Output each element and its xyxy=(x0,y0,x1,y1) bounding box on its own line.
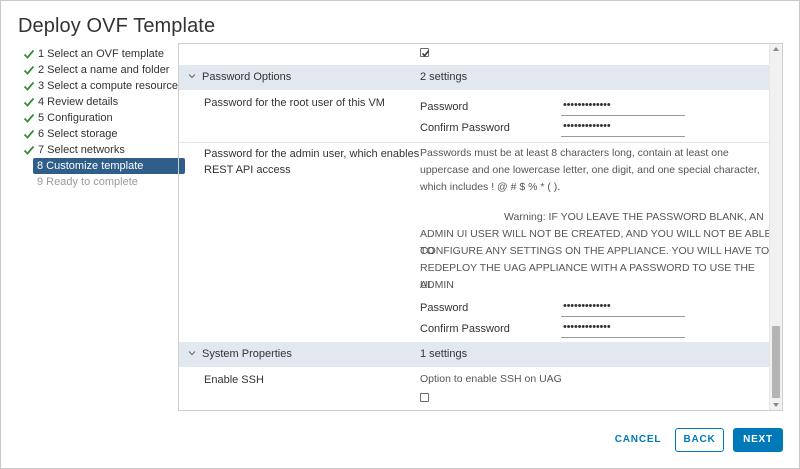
step-3[interactable]: 3 Select a compute resource xyxy=(21,78,178,94)
top-setting-checkbox[interactable] xyxy=(420,48,430,57)
checkmark-icon xyxy=(421,50,430,57)
step-label: 2 Select a name and folder xyxy=(38,64,170,76)
section-count: 2 settings xyxy=(420,71,468,83)
cancel-button[interactable]: CANCEL xyxy=(606,428,670,452)
check-icon xyxy=(23,49,35,59)
section-name: System Properties xyxy=(202,348,292,360)
warning-line4: REDEPLOY THE UAG APPLIANCE WITH A PASSWO… xyxy=(420,262,755,291)
deploy-ovf-dialog: Deploy OVF Template 1 Select an OVF temp… xyxy=(0,0,800,469)
section-system-properties[interactable]: System Properties 1 settings xyxy=(179,342,771,367)
step-6[interactable]: 6 Select storage xyxy=(21,126,171,142)
next-button[interactable]: NEXT xyxy=(733,428,783,452)
step-label: 6 Select storage xyxy=(38,128,118,140)
back-button[interactable]: BACK xyxy=(675,428,724,452)
vertical-scrollbar[interactable] xyxy=(769,44,782,410)
step-8-active[interactable]: 8 Customize template xyxy=(33,158,185,174)
admin-password-field-label: Password xyxy=(420,302,469,314)
step-9: 9 Ready to complete xyxy=(33,174,171,190)
enable-ssh-checkbox[interactable] xyxy=(420,393,429,402)
admin-confirm-field-label: Confirm Password xyxy=(420,323,510,335)
section-count: 1 settings xyxy=(420,348,468,360)
check-icon xyxy=(23,97,35,107)
root-confirm-password-input[interactable]: ••••••••••••• xyxy=(561,119,685,137)
dialog-title: Deploy OVF Template xyxy=(18,15,216,37)
section-password-options[interactable]: Password Options 2 settings xyxy=(179,65,771,90)
wizard-steps: 1 Select an OVF template 2 Select a name… xyxy=(21,46,185,190)
warning-line3: CONFIGURE ANY SETTINGS ON THE APPLIANCE.… xyxy=(420,245,770,257)
admin-password-input[interactable]: ••••••••••••• xyxy=(561,299,685,317)
step-2[interactable]: 2 Select a name and folder xyxy=(21,62,171,78)
root-password-label: Password for the root user of this VM xyxy=(204,97,385,109)
step-label: 7 Select networks xyxy=(38,144,125,156)
check-icon xyxy=(23,145,35,155)
step-label: 1 Select an OVF template xyxy=(38,48,164,60)
root-password-field-label: Password xyxy=(420,101,469,113)
chevron-down-icon xyxy=(188,74,196,79)
section-name: Password Options xyxy=(202,71,292,83)
check-icon xyxy=(23,65,35,75)
root-confirm-field-label: Confirm Password xyxy=(420,122,510,134)
customize-template-panel: Password Options 2 settings Password for… xyxy=(178,43,783,411)
admin-confirm-password-input[interactable]: ••••••••••••• xyxy=(561,320,685,338)
scroll-up-icon[interactable] xyxy=(773,47,779,51)
step-label: 5 Configuration xyxy=(38,112,113,124)
warning-line1: Warning: IF YOU LEAVE THE PASSWORD BLANK… xyxy=(504,211,764,223)
check-icon xyxy=(23,113,35,123)
root-password-input[interactable]: ••••••••••••• xyxy=(561,98,685,116)
check-icon xyxy=(23,81,35,91)
scroll-down-icon[interactable] xyxy=(773,403,779,407)
enable-ssh-description: Option to enable SSH on UAG xyxy=(420,373,562,385)
step-5[interactable]: 5 Configuration xyxy=(21,110,171,126)
password-rules-line3: which includes ! @ # $ % * ( ). xyxy=(420,181,561,193)
row-divider xyxy=(179,142,771,143)
step-label: 8 Customize template xyxy=(37,160,144,172)
password-rules-line2: uppercase and one lowercase letter, one … xyxy=(420,164,760,176)
warning-line5: UI. xyxy=(420,279,434,291)
scrollbar-thumb[interactable] xyxy=(772,326,780,398)
step-7[interactable]: 7 Select networks xyxy=(21,142,171,158)
check-icon xyxy=(23,129,35,139)
step-label: 3 Select a compute resource xyxy=(38,80,179,92)
step-label: 9 Ready to complete xyxy=(37,176,138,188)
password-rules-line1: Passwords must be at least 8 characters … xyxy=(420,147,729,159)
step-label: 4 Review details xyxy=(38,96,119,108)
step-4[interactable]: 4 Review details xyxy=(21,94,171,110)
admin-password-label-line2: REST API access xyxy=(204,164,291,176)
enable-ssh-label: Enable SSH xyxy=(204,374,264,386)
chevron-down-icon xyxy=(188,351,196,356)
step-1[interactable]: 1 Select an OVF template xyxy=(21,46,171,62)
